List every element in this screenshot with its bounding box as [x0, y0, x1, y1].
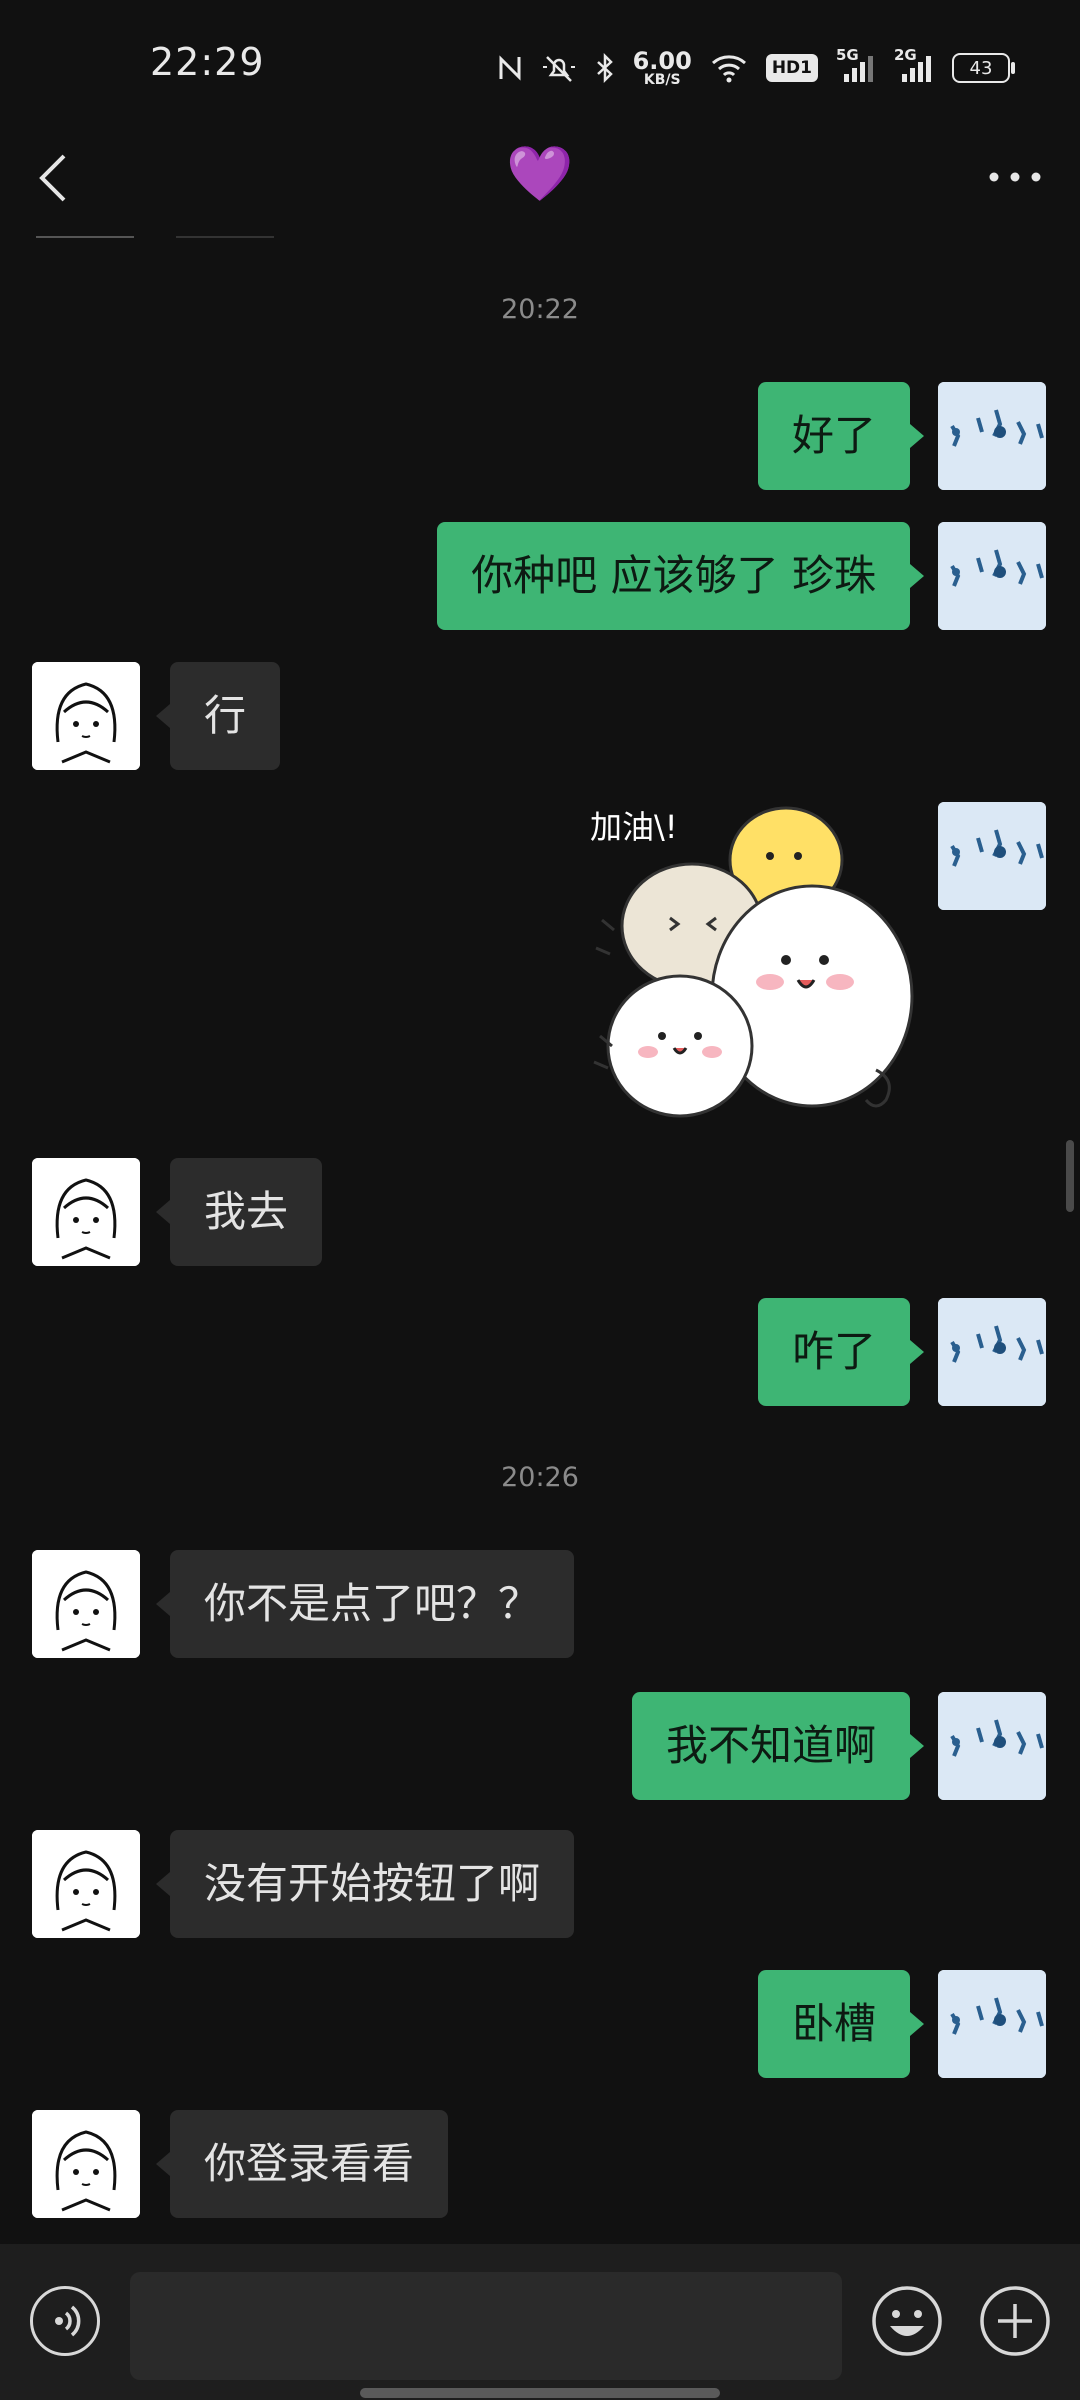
wifi-icon [711, 55, 746, 83]
scrollbar-thumb[interactable] [1066, 1140, 1074, 1212]
avatar-image [32, 1830, 140, 1938]
more-actions-button[interactable] [978, 2284, 1052, 2358]
voice-button[interactable] [30, 2286, 100, 2356]
chat-header: 💜 [0, 130, 1080, 240]
home-indicator[interactable] [360, 2388, 720, 2398]
my-avatar[interactable] [938, 522, 1046, 630]
contact-message-bubble[interactable]: 你不是点了吧？？ [155, 1550, 575, 1658]
my-message-bubble[interactable]: 卧槽 [757, 1970, 925, 2078]
contact-message-bubble[interactable]: 你登录看看 [155, 2110, 449, 2218]
avatar-image [938, 1970, 1046, 2078]
my-avatar[interactable] [938, 1970, 1046, 2078]
my-message-bubble[interactable]: 我不知道啊 [631, 1692, 925, 1800]
battery-level: 43 [969, 57, 993, 79]
more-button[interactable] [980, 152, 1050, 202]
hd-icon: HD1 [765, 54, 818, 82]
net-speed-value: 6.00 [632, 47, 692, 75]
contact-avatar[interactable] [32, 1550, 140, 1658]
plus-circle-icon [980, 2286, 1050, 2356]
my-message-bubble[interactable]: 你种吧 应该够了 珍珠 [437, 522, 924, 630]
message-input[interactable] [130, 2272, 842, 2380]
avatar-image [938, 382, 1046, 490]
contact-avatar[interactable] [32, 2110, 140, 2218]
avatar-image [32, 2110, 140, 2218]
my-avatar[interactable] [938, 802, 1046, 910]
contact-message-bubble[interactable]: 没有开始按钮了啊 [155, 1830, 575, 1938]
voice-icon [55, 2305, 81, 2337]
my-message-bubble[interactable]: 好了 [757, 382, 925, 490]
bluetooth-icon [596, 53, 613, 83]
signal-icon: 2G [894, 46, 934, 84]
emoji-button[interactable] [870, 2284, 944, 2358]
input-bar [0, 2244, 1080, 2400]
my-avatar[interactable] [938, 1692, 1046, 1800]
more-horizontal-icon [989, 172, 1041, 182]
avatar-image [32, 662, 140, 770]
contact-message-bubble[interactable]: 行 [155, 662, 281, 770]
battery-icon: 43 [952, 53, 1015, 83]
chat-title: 💜 [506, 142, 574, 205]
avatar-image [938, 802, 1046, 910]
signal-icon: 5G [836, 46, 876, 84]
message-timestamp: 20:26 [501, 1462, 579, 1493]
contact-message-bubble[interactable]: 我去 [155, 1158, 323, 1266]
sticker-message[interactable]: 加油\! [586, 800, 916, 1122]
nfc-icon [499, 55, 521, 81]
avatar-image [32, 1158, 140, 1266]
avatar-image [938, 1692, 1046, 1800]
avatar-image [938, 522, 1046, 630]
message-timestamp: 20:22 [501, 294, 579, 325]
contact-avatar[interactable] [32, 1830, 140, 1938]
chat-area[interactable]: 20:22 好了 你种吧 应该够了 珍珠 行 加油\! 我去 咋了 20:26 … [0, 240, 1080, 2244]
status-time: 22:29 [150, 40, 265, 84]
cheer-sticker-image: 加油\! [586, 800, 916, 1122]
net-speed: 6.00 KB/S [633, 49, 692, 87]
my-avatar[interactable] [938, 1298, 1046, 1406]
net-speed-unit: KB/S [643, 72, 681, 88]
emoji-icon [872, 2286, 942, 2356]
my-message-bubble[interactable]: 咋了 [757, 1298, 925, 1406]
my-avatar[interactable] [938, 382, 1046, 490]
sticker-text: 加油\! [590, 808, 678, 846]
status-bar: 22:29 6.00 KB/S HD1 5G 2G 43 [0, 0, 1080, 130]
header-divider [36, 236, 134, 238]
avatar-image [32, 1550, 140, 1658]
mute-icon [542, 56, 575, 82]
contact-avatar[interactable] [32, 1158, 140, 1266]
contact-avatar[interactable] [32, 662, 140, 770]
header-divider [176, 236, 274, 238]
avatar-image [938, 1298, 1046, 1406]
status-icons: 6.00 KB/S HD1 5G 2G 43 [497, 46, 1015, 90]
